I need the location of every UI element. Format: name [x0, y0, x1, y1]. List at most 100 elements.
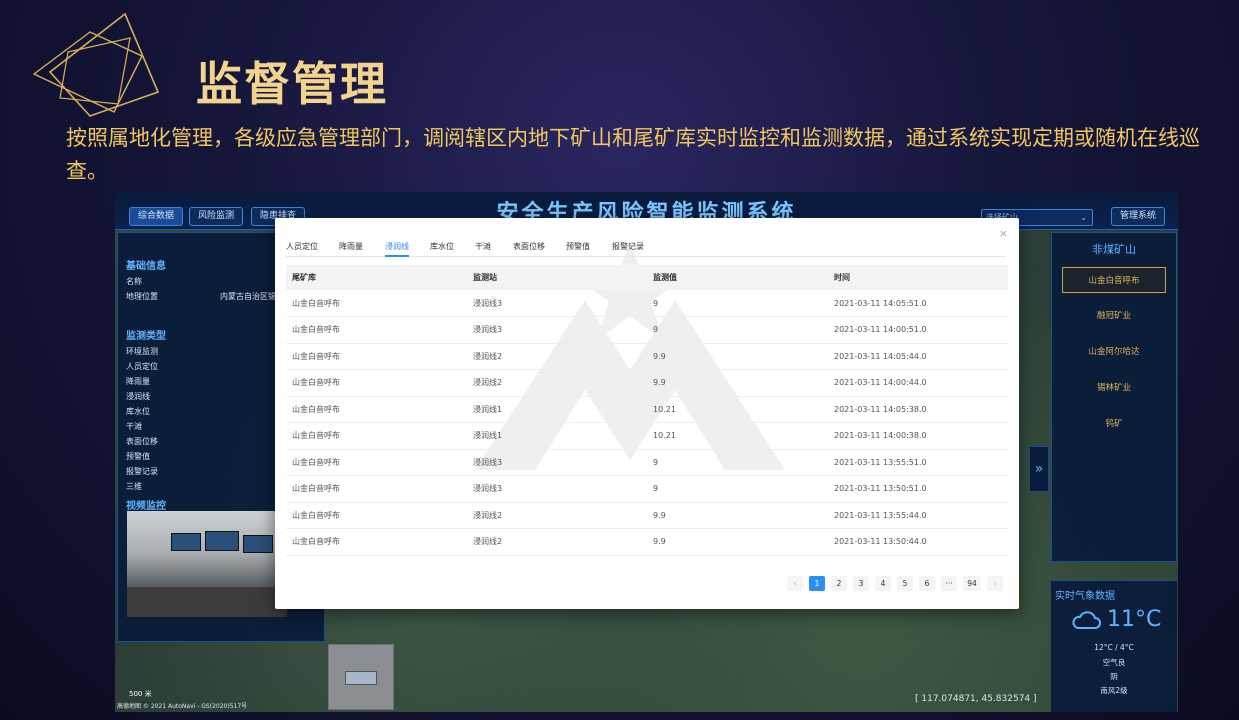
table-cell: 9 — [647, 449, 828, 476]
table-cell: 2021-03-11 14:05:51.0 — [828, 290, 1008, 317]
table-cell: 山金白音呼布 — [286, 422, 467, 450]
tab-rainfall[interactable]: 降雨量 — [339, 241, 363, 252]
table-cell: 10.21 — [647, 396, 828, 423]
data-table: 尾矿库 监测站 监测值 时间 山金白音呼布 浸润线3 9 2021-03-11 14:… — [286, 265, 1008, 556]
monitor-screen — [243, 535, 273, 553]
table-cell: 2021-03-11 13:50:44.0 — [828, 528, 1008, 556]
table-row: 山金白音呼布 浸润线3 9 2021-03-11 14:05:51.0 — [286, 290, 1008, 317]
mine-item[interactable]: 山金阿尔哈达 — [1062, 339, 1166, 365]
right-mine-panel: 非煤矿山 山金白音呼布 融冠矿业 山金阿尔哈达 锡林矿业 钨矿 — [1051, 232, 1177, 562]
table-cell: 浸润线3 — [467, 290, 647, 317]
mine-list-title: 非煤矿山 — [1092, 243, 1136, 256]
mine-item[interactable]: 锡林矿业 — [1062, 375, 1166, 401]
table-cell: 2021-03-11 14:05:44.0 — [828, 343, 1008, 370]
page-button[interactable]: 5 — [897, 576, 913, 591]
page-button[interactable]: 94 — [963, 576, 981, 591]
expand-panel-button[interactable]: » — [1029, 446, 1049, 492]
cloud-icon — [1072, 610, 1101, 629]
map-coordinates: [ 117.074871, 45.832574 ] — [915, 694, 1037, 704]
tab-dry-beach[interactable]: 干滩 — [475, 241, 491, 252]
mine-item[interactable]: 山金白音呼布 — [1062, 267, 1166, 293]
page-button[interactable]: 1 — [809, 576, 825, 591]
temperature-range: 12°C / 4°C — [1094, 643, 1134, 652]
table-cell: 浸润线3 — [467, 449, 647, 476]
air-quality: 空气良 — [1102, 658, 1126, 667]
table-row: 山金白音呼布 浸润线2 9.9 2021-03-11 13:55:44.0 — [286, 502, 1008, 529]
table-cell: 9.9 — [647, 343, 828, 370]
page-button[interactable]: 2 — [831, 576, 847, 591]
table-cell: 2021-03-11 14:00:44.0 — [828, 369, 1008, 397]
page-button[interactable]: 3 — [853, 576, 869, 591]
table-cell: 浸润线1 — [467, 422, 647, 450]
column-header: 尾矿库 — [286, 265, 467, 290]
slide-title: 监督管理 — [196, 57, 388, 111]
seepage-data-dialog: × 人员定位 降雨量 浸润线 库水位 干滩 表面位移 预警值 报警记录 尾矿库 … — [275, 218, 1019, 609]
weather-title: 实时气象数据 — [1055, 591, 1115, 602]
table-cell: 2021-03-11 13:55:51.0 — [828, 449, 1008, 476]
table-cell: 浸润线1 — [467, 396, 647, 423]
geometric-decoration-icon — [32, 12, 160, 117]
double-chevron-right-icon: » — [1034, 461, 1044, 477]
table-cell: 9.9 — [647, 369, 828, 397]
app-screenshot: 安全生产风险智能监测系统 综合数据 风险监测 隐患排查 选择矿山 ⌄ 管理系统 … — [115, 192, 1178, 712]
next-page-button[interactable]: › — [987, 576, 1003, 591]
table-cell: 10.21 — [647, 422, 828, 450]
page-ellipsis[interactable]: ··· — [941, 576, 957, 591]
table-cell: 山金白音呼布 — [286, 290, 467, 317]
table-cell: 2021-03-11 14:00:51.0 — [828, 316, 1008, 344]
table-cell: 浸润线2 — [467, 343, 647, 370]
table-row: 山金白音呼布 浸润线3 9 2021-03-11 13:55:51.0 — [286, 449, 1008, 476]
table-cell: 浸润线3 — [467, 475, 647, 503]
table-row: 山金白音呼布 浸润线3 9 2021-03-11 14:00:51.0 — [286, 316, 1008, 344]
table-cell: 浸润线2 — [467, 502, 647, 529]
nav-management-system[interactable]: 管理系统 — [1111, 207, 1166, 226]
table-cell: 山金白音呼布 — [286, 396, 467, 423]
chevron-down-icon: ⌄ — [1080, 213, 1087, 222]
tab-warning[interactable]: 预警值 — [566, 241, 590, 252]
table-header: 尾矿库 监测站 监测值 时间 — [286, 265, 1008, 290]
table-row: 山金白音呼布 浸润线2 9.9 2021-03-11 14:05:44.0 — [286, 343, 1008, 370]
tab-displacement[interactable]: 表面位移 — [513, 241, 545, 252]
table-cell: 浸润线3 — [467, 316, 647, 344]
video-feed[interactable] — [127, 511, 287, 617]
prev-page-button[interactable]: ‹ — [787, 576, 803, 591]
table-cell: 山金白音呼布 — [286, 369, 467, 397]
tab-water-level[interactable]: 库水位 — [430, 241, 454, 252]
tab-personnel[interactable]: 人员定位 — [286, 241, 318, 252]
table-row: 山金白音呼布 浸润线3 9 2021-03-11 13:50:51.0 — [286, 475, 1008, 503]
tab-alarm-log[interactable]: 报警记录 — [612, 241, 644, 252]
table-cell: 2021-03-11 13:50:51.0 — [828, 475, 1008, 503]
table-cell: 9 — [647, 316, 828, 344]
map-scale: 500 米 — [129, 690, 152, 698]
table-row: 山金白音呼布 浸润线2 9.9 2021-03-11 13:50:44.0 — [286, 528, 1008, 556]
page-button[interactable]: 4 — [875, 576, 891, 591]
table-cell: 浸润线2 — [467, 369, 647, 397]
nav-risk-monitoring[interactable]: 风险监测 — [189, 207, 244, 226]
table-cell: 山金白音呼布 — [286, 343, 467, 370]
mine-item[interactable]: 钨矿 — [1062, 411, 1166, 437]
page-button[interactable]: 6 — [919, 576, 935, 591]
map-overview[interactable] — [328, 644, 394, 710]
monitor-screen — [205, 531, 239, 551]
table-cell: 山金白音呼布 — [286, 502, 467, 529]
table-cell: 山金白音呼布 — [286, 475, 467, 503]
table-cell: 山金白音呼布 — [286, 449, 467, 476]
table-cell: 9 — [647, 290, 828, 317]
wind: 南风2级 — [1100, 686, 1128, 695]
active-tab-indicator — [385, 255, 409, 257]
map-copyright: 高德地图 © 2021 AutoNavi - GS(2020)517号 — [117, 703, 248, 710]
tab-seepage[interactable]: 浸润线 — [385, 241, 409, 252]
table-cell: 9.9 — [647, 528, 828, 556]
slide-description: 按照属地化管理，各级应急管理部门，调阅辖区内地下矿山和尾矿库实时监控和监测数据，… — [66, 126, 1200, 183]
column-header: 时间 — [828, 265, 1008, 290]
monitor-screen — [171, 533, 201, 551]
table-row: 山金白音呼布 浸润线1 10.21 2021-03-11 14:05:38.0 — [286, 396, 1008, 423]
weather-panel: 实时气象数据 11°C 12°C / 4°C 空气良 阴 南风2级 — [1051, 580, 1177, 712]
table-cell: 浸润线2 — [467, 528, 647, 556]
mine-item[interactable]: 融冠矿业 — [1062, 303, 1166, 329]
table-cell: 山金白音呼布 — [286, 316, 467, 344]
table-cell: 9 — [647, 475, 828, 503]
nav-comprehensive-data[interactable]: 综合数据 — [129, 207, 184, 226]
table-cell: 2021-03-11 13:55:44.0 — [828, 502, 1008, 529]
table-row: 山金白音呼布 浸润线2 9.9 2021-03-11 14:00:44.0 — [286, 369, 1008, 397]
